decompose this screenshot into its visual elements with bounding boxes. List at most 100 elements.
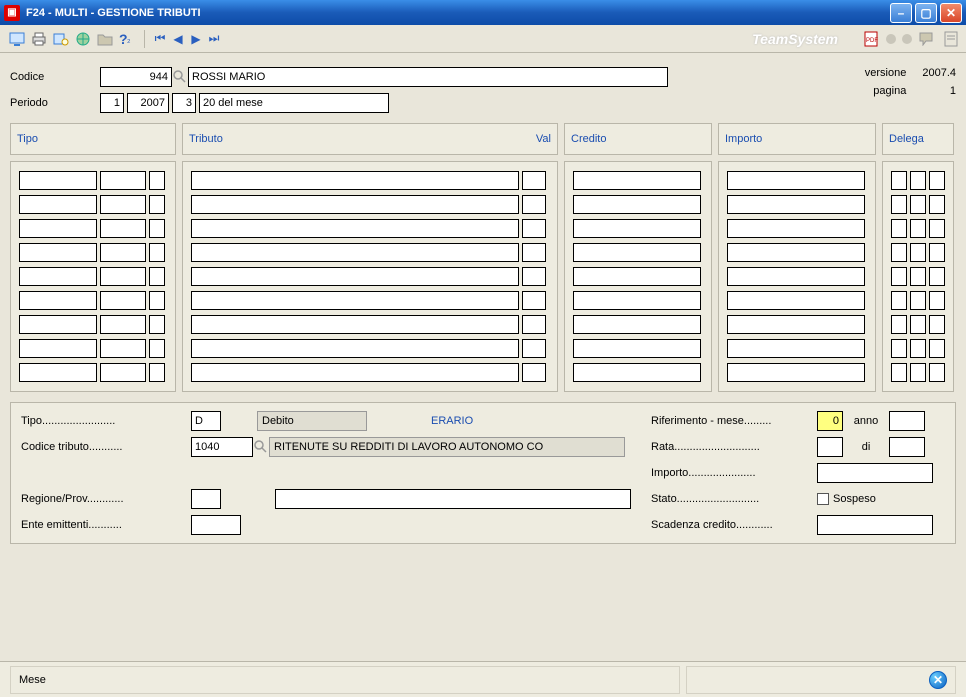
grid-cell[interactable] [727,339,865,358]
periodo-c-input[interactable] [172,93,196,113]
nav-prev-icon[interactable]: ◀ [171,32,185,46]
grid-cell[interactable] [522,363,546,382]
grid-cell[interactable] [100,363,146,382]
grid-cell[interactable] [891,339,907,358]
print-icon[interactable] [30,30,48,48]
grid-cell[interactable] [149,195,165,214]
scad-input[interactable] [817,515,933,535]
grid-cell[interactable] [19,219,97,238]
lookup-icon[interactable] [253,437,269,457]
grid-cell[interactable] [191,195,519,214]
grid-cell[interactable] [191,315,519,334]
grid-cell[interactable] [191,291,519,310]
grid-cell[interactable] [929,171,945,190]
grid-cell[interactable] [891,219,907,238]
pdf-icon[interactable]: PDF [862,30,880,48]
grid-cell[interactable] [573,363,701,382]
ente-input[interactable] [191,515,241,535]
grid-cell[interactable] [100,291,146,310]
grid-cell[interactable] [522,195,546,214]
grid-cell[interactable] [522,339,546,358]
grid-cell[interactable] [573,243,701,262]
grid-cell[interactable] [573,315,701,334]
grid-cell[interactable] [573,291,701,310]
grid-cell[interactable] [191,243,519,262]
grid-cell[interactable] [727,195,865,214]
minimize-button[interactable]: – [890,3,912,23]
grid-cell[interactable] [891,243,907,262]
screen-icon[interactable] [8,30,26,48]
grid-cell[interactable] [891,315,907,334]
grid-cell[interactable] [522,243,546,262]
grid-cell[interactable] [19,243,97,262]
maximize-button[interactable]: ▢ [915,3,937,23]
grid-cell[interactable] [19,339,97,358]
grid-cell[interactable] [929,339,945,358]
status-close-icon[interactable]: ✕ [929,671,947,689]
grid-cell[interactable] [727,219,865,238]
grid-cell[interactable] [573,195,701,214]
grid-cell[interactable] [727,363,865,382]
regione-input[interactable] [191,489,221,509]
grid-cell[interactable] [149,339,165,358]
grid-cell[interactable] [891,195,907,214]
grid-cell[interactable] [929,219,945,238]
grid-cell[interactable] [149,363,165,382]
grid-cell[interactable] [191,267,519,286]
grid-cell[interactable] [100,315,146,334]
grid-cell[interactable] [19,363,97,382]
grid-cell[interactable] [929,291,945,310]
grid-cell[interactable] [727,315,865,334]
grid-cell[interactable] [522,219,546,238]
grid-cell[interactable] [149,267,165,286]
grid-cell[interactable] [100,195,146,214]
anno-input[interactable] [889,411,925,431]
grid-cell[interactable] [910,171,926,190]
grid-cell[interactable] [191,219,519,238]
grid-cell[interactable] [910,363,926,382]
grid-cell[interactable] [19,315,97,334]
grid-cell[interactable] [573,171,701,190]
grid-cell[interactable] [891,171,907,190]
nav-first-icon[interactable]: ⏮ [153,31,167,46]
grid-cell[interactable] [100,339,146,358]
rata-di-input[interactable] [889,437,925,457]
grid-cell[interactable] [149,291,165,310]
grid-cell[interactable] [191,363,519,382]
grid-cell[interactable] [100,171,146,190]
nav-last-icon[interactable]: ⏭ [207,31,221,46]
nome-input[interactable] [188,67,668,87]
grid-cell[interactable] [522,315,546,334]
grid-cell[interactable] [929,363,945,382]
grid-cell[interactable] [191,339,519,358]
grid-cell[interactable] [727,243,865,262]
nav-next-icon[interactable]: ▶ [189,32,203,46]
grid-cell[interactable] [910,291,926,310]
grid-cell[interactable] [100,243,146,262]
codice-input[interactable] [100,67,172,87]
rata-input[interactable] [817,437,843,457]
grid-cell[interactable] [929,315,945,334]
grid-cell[interactable] [19,195,97,214]
periodo-b-input[interactable] [127,93,169,113]
grid-cell[interactable] [19,171,97,190]
grid-cell[interactable] [573,339,701,358]
note-icon[interactable] [942,30,960,48]
grid-cell[interactable] [727,291,865,310]
close-button[interactable]: ✕ [940,3,962,23]
tools-icon[interactable] [52,30,70,48]
regione-desc-input[interactable] [275,489,631,509]
grid-cell[interactable] [910,267,926,286]
grid-cell[interactable] [910,315,926,334]
grid-cell[interactable] [149,171,165,190]
periodo-desc-input[interactable] [199,93,389,113]
importo-input[interactable] [817,463,933,483]
folder-icon[interactable] [96,30,114,48]
rif-mese-input[interactable] [817,411,843,431]
grid-cell[interactable] [19,291,97,310]
grid-cell[interactable] [891,291,907,310]
help-icon[interactable]: ?₂ [118,30,136,48]
grid-cell[interactable] [100,267,146,286]
grid-cell[interactable] [573,219,701,238]
grid-cell[interactable] [149,315,165,334]
